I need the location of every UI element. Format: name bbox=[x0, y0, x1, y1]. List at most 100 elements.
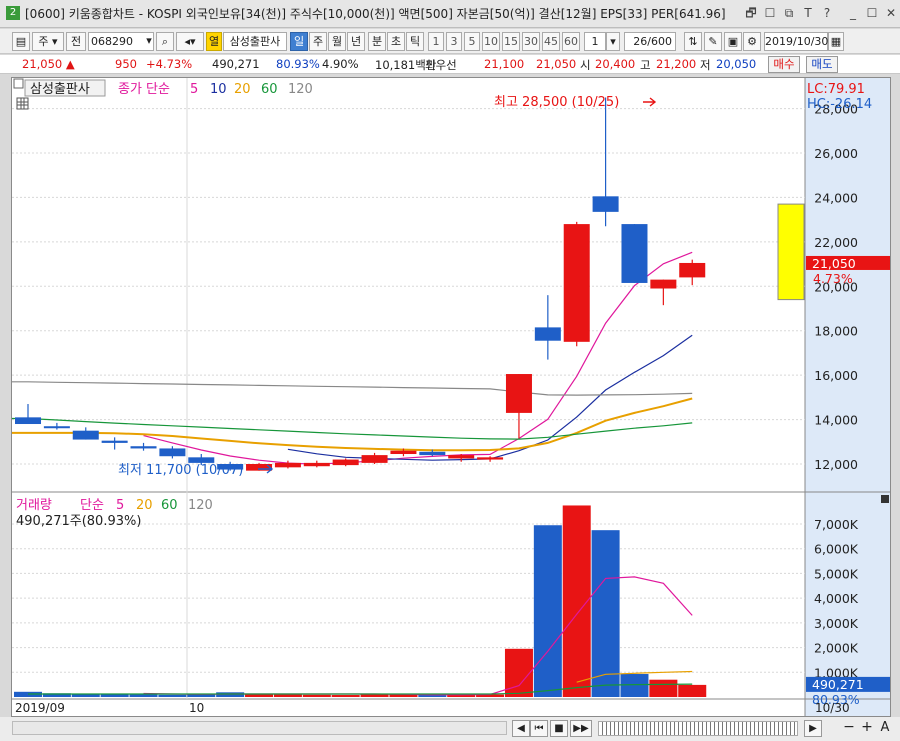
scroll-right-button[interactable]: ▶ bbox=[804, 720, 822, 737]
search-icon[interactable]: ⌕ bbox=[156, 32, 174, 51]
tab-week[interactable]: 주 bbox=[309, 32, 327, 51]
candle-body[interactable] bbox=[650, 279, 677, 289]
play-button[interactable]: ▶▶ bbox=[570, 720, 592, 737]
candle-body[interactable] bbox=[159, 448, 186, 457]
chart-svg[interactable]: 12,00014,00016,00018,00020,00022,00024,0… bbox=[12, 78, 890, 716]
panel-menu-icon[interactable] bbox=[13, 78, 24, 89]
unit-input[interactable]: 1 bbox=[584, 32, 606, 51]
candle-body[interactable] bbox=[679, 262, 706, 278]
volume-bar[interactable] bbox=[360, 694, 389, 697]
calendar-icon[interactable]: ▦ bbox=[828, 32, 844, 51]
minute-10[interactable]: 10 bbox=[482, 32, 500, 51]
candle-body[interactable] bbox=[72, 430, 99, 440]
volume-bar[interactable] bbox=[302, 694, 331, 697]
grid-toggle-icon[interactable] bbox=[16, 97, 29, 110]
tab-month[interactable]: 월 bbox=[328, 32, 346, 51]
volume-bar[interactable] bbox=[331, 695, 360, 697]
close-icon[interactable]: ✕ bbox=[883, 5, 899, 21]
count-input[interactable]: 26/600 bbox=[624, 32, 676, 51]
minute-1[interactable]: 1 bbox=[428, 32, 444, 51]
volume-info: 490,271주(80.93%) bbox=[16, 514, 141, 529]
scroll-first-button[interactable]: ⏮ bbox=[530, 720, 548, 737]
price-change: 950 bbox=[115, 57, 137, 71]
chevron-down-icon[interactable]: ▾ bbox=[142, 32, 156, 51]
candle-body[interactable] bbox=[130, 446, 157, 449]
tile-icon[interactable]: ⧉ bbox=[781, 5, 797, 21]
indicator-icon[interactable]: ⇅ bbox=[684, 32, 702, 51]
tab-tick[interactable]: 틱 bbox=[406, 32, 424, 51]
sound-icon[interactable]: ◂▾ bbox=[176, 32, 204, 51]
stop-button[interactable]: ■ bbox=[550, 720, 568, 737]
minute-30[interactable]: 30 bbox=[522, 32, 540, 51]
candle-body[interactable] bbox=[534, 327, 561, 341]
tab-minute[interactable]: 분 bbox=[368, 32, 386, 51]
help-icon[interactable]: ? bbox=[819, 5, 835, 21]
hc-label: HC:-26.14 bbox=[807, 97, 872, 112]
candle-body[interactable] bbox=[419, 451, 446, 456]
chart-panel[interactable]: 12,000 14,000 16,000 18,000 20,000 22,000 24,0… bbox=[11, 77, 891, 717]
collapse-icon[interactable] bbox=[881, 495, 889, 503]
minute-15[interactable]: 15 bbox=[502, 32, 520, 51]
open-label: 시 bbox=[580, 58, 591, 72]
minute-3[interactable]: 3 bbox=[446, 32, 462, 51]
tab-second[interactable]: 초 bbox=[387, 32, 405, 51]
zoom-out-button[interactable]: − bbox=[842, 720, 856, 737]
tab-day[interactable]: 일 bbox=[290, 32, 308, 51]
restore-icon[interactable]: 🗗 bbox=[743, 5, 759, 21]
zoom-in-button[interactable]: + bbox=[860, 720, 874, 737]
candle-body[interactable] bbox=[43, 426, 70, 429]
candle-body[interactable] bbox=[361, 455, 388, 463]
scroll-left-button[interactable]: ◀ bbox=[512, 720, 530, 737]
save-icon[interactable]: ▣ bbox=[724, 32, 742, 51]
candle-body[interactable] bbox=[505, 374, 532, 413]
minimize-icon[interactable]: _ bbox=[845, 5, 861, 21]
date-input[interactable]: 2019/10/30 bbox=[764, 32, 828, 51]
high-price: 21,200 bbox=[656, 57, 697, 71]
candle-body[interactable] bbox=[390, 450, 417, 455]
scrollbar-track[interactable] bbox=[12, 721, 507, 735]
candle-body[interactable] bbox=[477, 457, 504, 460]
buy-button[interactable]: 매수 bbox=[768, 56, 800, 73]
maximize-alt-icon[interactable]: ☐ bbox=[762, 5, 778, 21]
auto-scale-button[interactable]: A bbox=[878, 720, 892, 737]
volume-bar[interactable] bbox=[649, 679, 678, 697]
candle-body[interactable] bbox=[15, 417, 41, 425]
candle-body[interactable] bbox=[448, 455, 475, 459]
candle-body[interactable] bbox=[563, 224, 590, 342]
volume-tick-label: 6,000K bbox=[814, 542, 859, 557]
draw-icon[interactable]: ✎ bbox=[704, 32, 722, 51]
sell-button[interactable]: 매도 bbox=[806, 56, 838, 73]
low-annotation: 최저 11,700 (10/07) bbox=[118, 463, 243, 478]
tab-year[interactable]: 년 bbox=[347, 32, 365, 51]
period-select[interactable]: 전 bbox=[66, 32, 86, 51]
mode-select[interactable]: 주 ▾ bbox=[32, 32, 64, 51]
volume-bar[interactable] bbox=[620, 674, 649, 697]
text-icon[interactable]: T bbox=[800, 5, 816, 21]
candle-body[interactable] bbox=[274, 462, 301, 468]
minute-45[interactable]: 45 bbox=[542, 32, 560, 51]
candle-body[interactable] bbox=[621, 224, 648, 283]
volume-bar[interactable] bbox=[533, 525, 562, 697]
volume-bar[interactable] bbox=[129, 694, 158, 697]
gear-icon[interactable]: ⚙ bbox=[743, 32, 761, 51]
volume-bar[interactable] bbox=[158, 694, 187, 697]
candle-body[interactable] bbox=[592, 196, 619, 212]
minute-60[interactable]: 60 bbox=[562, 32, 580, 51]
chevron-down-icon[interactable]: ▾ bbox=[606, 32, 620, 51]
candle-body[interactable] bbox=[101, 440, 128, 443]
yellow-tag[interactable]: 열 bbox=[206, 32, 222, 51]
volume-bar[interactable] bbox=[591, 530, 620, 697]
ma-line-120 bbox=[12, 381, 693, 396]
minute-5[interactable]: 5 bbox=[464, 32, 480, 51]
today-range-box bbox=[777, 203, 805, 301]
zoom-slider[interactable] bbox=[598, 721, 798, 736]
maximize-icon[interactable]: ☐ bbox=[864, 5, 880, 21]
volume-bar[interactable] bbox=[504, 648, 533, 697]
candle-body[interactable] bbox=[303, 462, 330, 467]
volume-bar[interactable] bbox=[678, 684, 707, 697]
volume-bar[interactable] bbox=[273, 694, 302, 697]
candle-body[interactable] bbox=[332, 459, 359, 466]
vol-ma-legend-20: 20 bbox=[136, 498, 153, 513]
vol-ma-legend-5: 5 bbox=[116, 498, 124, 513]
layout-icon[interactable]: ▤ bbox=[12, 32, 30, 51]
